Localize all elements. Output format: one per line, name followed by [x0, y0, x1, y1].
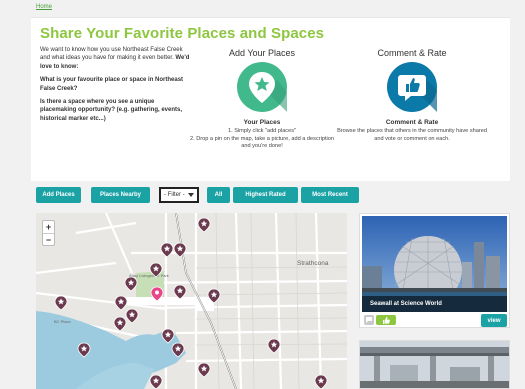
- star-pin-icon: [237, 62, 287, 112]
- filter-select-value: - Filter -: [164, 192, 185, 198]
- add-places-step-1: 1. Simply click "add places": [227, 128, 296, 134]
- comment-rate-column: Comment & Rate Comment & Rate Browse the…: [337, 48, 487, 143]
- intro-panel: Share Your Favorite Places and Spaces We…: [31, 17, 510, 181]
- page: Home Share Your Favorite Places and Spac…: [0, 0, 525, 389]
- places-nearby-button[interactable]: Places Nearby: [91, 187, 150, 203]
- intro-question-2: Is there a space where you see a unique …: [40, 99, 183, 122]
- zoom-out-button[interactable]: −: [43, 233, 54, 245]
- places-map[interactable]: + − Strathcona Andy Livingstone Park BC …: [36, 213, 347, 389]
- intro-paragraph: We want to know how you use Northeast Fa…: [40, 46, 190, 71]
- thumbs-up-icon[interactable]: [376, 315, 396, 325]
- place-card-footer: view: [362, 314, 507, 327]
- place-photo[interactable]: Seawall at Science World: [362, 216, 507, 312]
- add-places-heading: Add Your Places: [228, 48, 296, 58]
- comment-count-icon[interactable]: [364, 315, 374, 325]
- comment-rate-text: Browse the places that others in the com…: [337, 128, 487, 142]
- add-places-column: Add Your Places Your Places 1. Simply cl…: [187, 48, 337, 151]
- add-places-subheading: Your Places: [243, 119, 281, 126]
- place-card[interactable]: Seawall at Science World view: [359, 213, 510, 328]
- intro-lead: We want to know how you use Northeast Fa…: [40, 47, 183, 62]
- filter-select[interactable]: - Filter -: [159, 187, 199, 203]
- comment-rate-subheading: Comment & Rate: [385, 119, 439, 126]
- place-card-2[interactable]: [359, 340, 510, 389]
- place-card-caption: Seawall at Science World: [362, 296, 507, 312]
- filter-all-button[interactable]: All: [207, 187, 230, 203]
- chevron-down-icon: [188, 193, 194, 197]
- comment-rate-heading: Comment & Rate: [377, 48, 447, 58]
- thumbs-up-bubble-icon: [387, 62, 437, 112]
- zoom-in-button[interactable]: +: [43, 221, 54, 233]
- map-label-bc-place: BC Place: [54, 319, 71, 324]
- breadcrumb-home[interactable]: Home: [36, 4, 52, 10]
- page-title: Share Your Favorite Places and Spaces: [40, 25, 325, 42]
- add-places-button[interactable]: Add Places: [36, 187, 81, 203]
- map-label-strathcona: Strathcona: [297, 260, 329, 267]
- viaduct-image: [360, 341, 509, 388]
- add-places-step-2: 2. Drop a pin on the map, take a picture…: [190, 135, 334, 150]
- most-recent-button[interactable]: Most Recent: [301, 187, 359, 203]
- zoom-control: + −: [42, 220, 55, 246]
- intro-question-1: What is your favourite place or space in…: [40, 77, 184, 92]
- map-label-park: Andy Livingstone Park: [129, 273, 169, 278]
- map-tiles[interactable]: [36, 213, 347, 389]
- view-place-button[interactable]: view: [481, 314, 507, 327]
- intro-text: We want to know how you use Northeast Fa…: [40, 46, 190, 123]
- highest-rated-button[interactable]: Highest Rated: [233, 187, 298, 203]
